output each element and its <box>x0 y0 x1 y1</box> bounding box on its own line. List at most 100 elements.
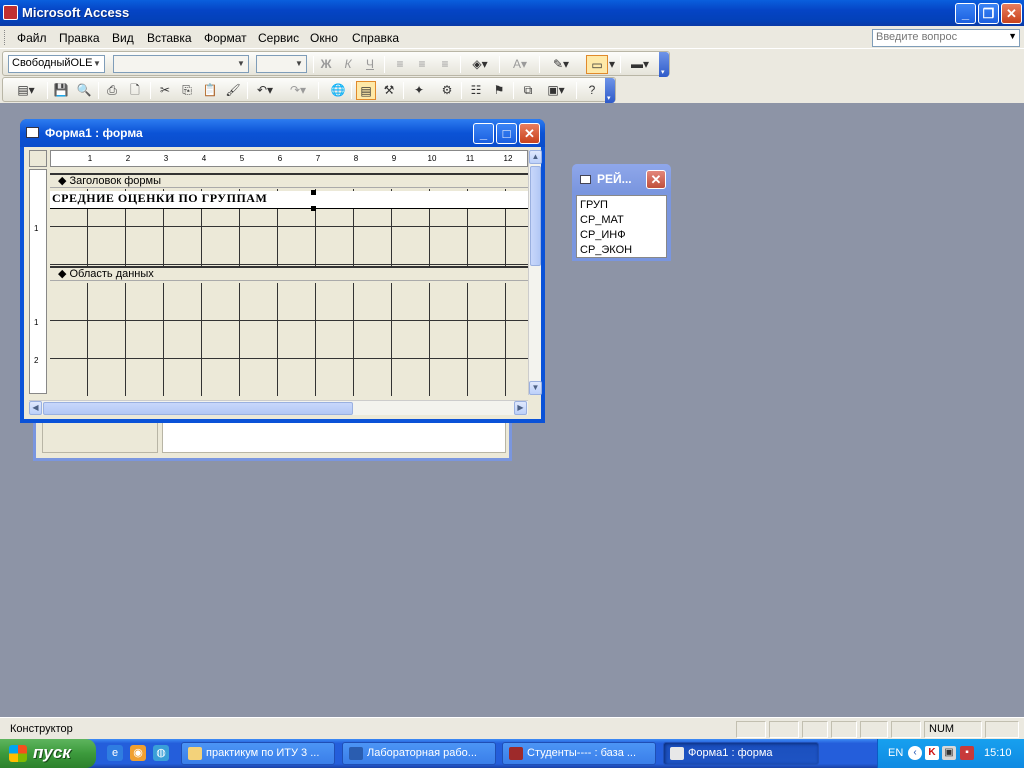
field-list-item[interactable]: СР_ЭКОН <box>580 243 663 258</box>
line-color-icon[interactable]: ✎▾ <box>545 55 577 74</box>
minimize-button[interactable]: _ <box>955 3 976 24</box>
form-maximize-button[interactable]: □ <box>496 123 517 144</box>
autoformat-icon[interactable]: ✦ <box>409 81 429 100</box>
menubar-grip[interactable] <box>4 30 7 45</box>
language-indicator[interactable]: EN <box>888 747 903 759</box>
field-list-close-button[interactable]: ✕ <box>646 170 666 189</box>
fill-color-icon[interactable]: ◈▾ <box>465 55 495 74</box>
ruler-number: 3 <box>163 154 169 163</box>
chevron-down-icon[interactable]: ▼ <box>235 56 247 72</box>
task-button-database[interactable]: Студенты---- : база ... <box>502 742 656 765</box>
menu-insert[interactable]: Вставка <box>147 31 192 45</box>
close-button[interactable]: ✕ <box>1001 3 1022 24</box>
menu-view[interactable]: Вид <box>112 31 134 45</box>
scroll-up-icon[interactable]: ▲ <box>529 150 542 164</box>
vertical-scrollbar[interactable]: ▲ ▼ <box>528 150 542 395</box>
task-button-folder[interactable]: практикум по ИТУ 3 ... <box>181 742 335 765</box>
hyperlink-icon[interactable]: 🌐 <box>328 81 348 100</box>
detail-grid[interactable] <box>50 283 528 396</box>
align-center-icon[interactable]: ≡ <box>412 55 432 74</box>
help-question-input[interactable]: Введите вопрос ▼ <box>872 29 1020 47</box>
access-app-icon[interactable] <box>3 5 18 20</box>
menu-window[interactable]: Окно <box>310 31 338 45</box>
object-combo[interactable]: СвободныйOLE ▼ <box>8 55 105 73</box>
font-size-combo[interactable]: ▼ <box>256 55 307 73</box>
help-icon[interactable]: ? <box>582 81 602 100</box>
copy-icon[interactable]: ⎘ <box>177 81 197 100</box>
database-window-icon[interactable]: ⧉ <box>518 81 538 100</box>
vertical-scroll-thumb[interactable] <box>530 166 541 266</box>
chevron-down-icon[interactable]: ▼ <box>293 56 305 72</box>
chevron-down-icon[interactable]: ▼ <box>1008 31 1017 41</box>
form-close-button[interactable]: ✕ <box>519 123 540 144</box>
field-list-icon[interactable]: ▤ <box>356 81 376 100</box>
cut-icon[interactable]: ✂ <box>155 81 175 100</box>
build-icon[interactable]: ⚑ <box>489 81 509 100</box>
align-left-icon[interactable]: ≡ <box>390 55 410 74</box>
new-object-icon[interactable]: ▣▾ <box>541 81 571 100</box>
task-button-form[interactable]: Форма1 : форма <box>663 742 819 765</box>
network-icon[interactable]: ▣ <box>942 746 956 760</box>
save-icon[interactable]: 💾 <box>51 81 71 100</box>
toolbar-separator <box>499 56 500 73</box>
line-width-icon[interactable]: ▬▾ <box>625 55 655 74</box>
display-icon[interactable]: ▪ <box>960 746 974 760</box>
internet-explorer-icon[interactable]: e <box>107 745 123 761</box>
font-color-button[interactable]: A▾ <box>505 55 535 74</box>
chevron-down-icon[interactable]: ▼ <box>91 56 103 72</box>
horizontal-ruler[interactable]: 1 2 3 4 5 6 7 8 9 10 11 12 <box>50 150 528 167</box>
start-button[interactable]: пуск <box>0 739 96 768</box>
chevron-left-icon[interactable]: ‹ <box>908 746 922 760</box>
field-list-item[interactable]: ГРУП <box>580 198 663 213</box>
align-right-icon[interactable]: ≡ <box>435 55 455 74</box>
browser-quicklaunch-icon[interactable]: ◍ <box>153 745 169 761</box>
undo-icon[interactable]: ↶▾ <box>252 81 278 100</box>
menu-format[interactable]: Формат <box>204 31 247 45</box>
field-list-item[interactable]: СР_МАТ <box>580 213 663 228</box>
border-color-icon[interactable]: ▭ <box>586 55 608 74</box>
ruler-number: 4 <box>201 154 207 163</box>
font-name-combo[interactable]: ▼ <box>113 55 249 73</box>
code-icon[interactable]: ⚙ <box>437 81 457 100</box>
menu-help[interactable]: Справка <box>352 31 399 45</box>
format-painter-icon[interactable]: 🖌 <box>223 81 243 100</box>
field-list-item[interactable]: СР_ИНФ <box>580 228 663 243</box>
scroll-right-icon[interactable]: ▶ <box>514 401 527 415</box>
menu-tools[interactable]: Сервис <box>258 31 299 45</box>
task-button-word[interactable]: Лабораторная рабо... <box>342 742 496 765</box>
resize-handle[interactable] <box>311 190 316 195</box>
toolbox-icon[interactable]: ⚒ <box>379 81 399 100</box>
antivirus-icon[interactable]: K <box>925 746 939 760</box>
chevron-down-icon[interactable]: ▾ <box>608 55 616 74</box>
menu-file[interactable]: Файл <box>17 31 47 45</box>
form-design-toolbar: ▤▾ 💾 🔍 ⎙ 🗋 ✂ ⎘ 📋 🖌 ↶▾ ↷▾ 🌐 ▤ ⚒ ✦ ⚙ ☷ ⚑ ⧉… <box>2 77 616 103</box>
search-icon[interactable]: 🔍 <box>74 81 94 100</box>
print-preview-icon[interactable]: 🗋 <box>125 81 145 100</box>
properties-icon[interactable]: ☷ <box>466 81 486 100</box>
media-player-icon[interactable]: ◉ <box>130 745 146 761</box>
bold-button[interactable]: Ж <box>316 55 336 74</box>
print-icon[interactable]: ⎙ <box>102 81 122 100</box>
scroll-down-icon[interactable]: ▼ <box>529 381 542 395</box>
restore-button[interactable]: ❐ <box>978 3 999 24</box>
detail-section-bar[interactable]: ◆ Область данных <box>50 266 528 281</box>
redo-icon[interactable]: ↷▾ <box>285 81 311 100</box>
title-label-control[interactable]: СРЕДНИЕ ОЦЕНКИ ПО ГРУППАМ <box>50 191 528 209</box>
field-list-titlebar[interactable]: РЕЙ... ✕ <box>572 164 671 192</box>
form-minimize-button[interactable]: _ <box>473 123 494 144</box>
resize-handle[interactable] <box>311 206 316 211</box>
form-header-section-bar[interactable]: ◆ Заголовок формы <box>50 173 528 188</box>
menu-edit[interactable]: Правка <box>59 31 100 45</box>
form-selector[interactable] <box>29 150 47 167</box>
toolbar-options-button[interactable] <box>659 52 669 77</box>
italic-button[interactable]: К <box>338 55 358 74</box>
toolbar-options-button[interactable] <box>605 78 615 103</box>
view-icon[interactable]: ▤▾ <box>8 81 44 100</box>
paste-icon[interactable]: 📋 <box>200 81 220 100</box>
scroll-left-icon[interactable]: ◀ <box>29 401 42 415</box>
horizontal-scroll-thumb[interactable] <box>43 402 353 415</box>
horizontal-scrollbar[interactable]: ◀ ▶ <box>29 400 528 415</box>
vertical-ruler[interactable]: 1 1 2 <box>29 169 47 394</box>
underline-button[interactable]: Ч <box>360 55 380 74</box>
form-window-titlebar[interactable]: Форма1 : форма _ □ ✕ <box>20 119 545 147</box>
